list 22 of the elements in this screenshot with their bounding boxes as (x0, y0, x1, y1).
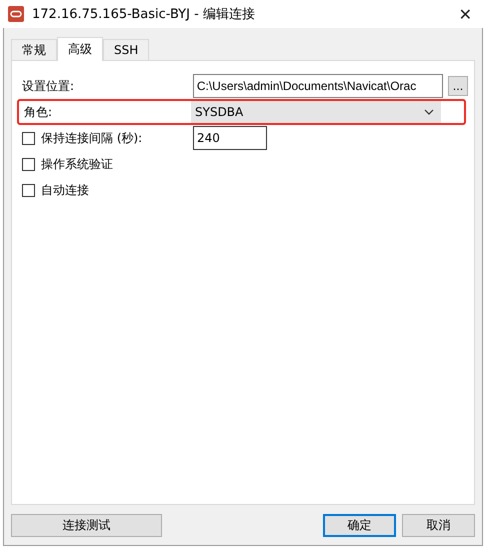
cancel-button[interactable]: 取消 (402, 514, 475, 537)
role-dropdown[interactable]: SYSDBA (191, 101, 441, 123)
close-button[interactable]: ✕ (452, 4, 478, 24)
app-icon (8, 6, 24, 22)
path-field[interactable]: C:\Users\admin\Documents\Navicat\Orac (192, 74, 444, 98)
option-label: 自动连接 (41, 182, 89, 198)
test-connection-button[interactable]: 连接测试 (11, 514, 162, 537)
chevron-icon (424, 109, 434, 115)
browse-button[interactable]: ... (448, 76, 468, 96)
field-label: 角色: (24, 104, 54, 120)
checkbox[interactable] (22, 184, 35, 196)
ok-button[interactable]: 确定 (323, 514, 396, 537)
field-label: 设置位置: (22, 78, 76, 94)
checkbox[interactable] (22, 158, 35, 170)
option-label: 保持连接间隔 (秒): (41, 130, 142, 146)
window-title: 172.16.75.165-Basic-BYJ - 编辑连接 (32, 6, 256, 23)
tab[interactable]: 常规 (11, 39, 57, 60)
checkbox[interactable] (22, 132, 35, 144)
tab[interactable]: 高级 (57, 37, 103, 61)
tab[interactable]: SSH (103, 39, 150, 60)
option-label: 操作系统验证 (41, 156, 113, 172)
interval-field[interactable]: 240 (193, 126, 267, 150)
